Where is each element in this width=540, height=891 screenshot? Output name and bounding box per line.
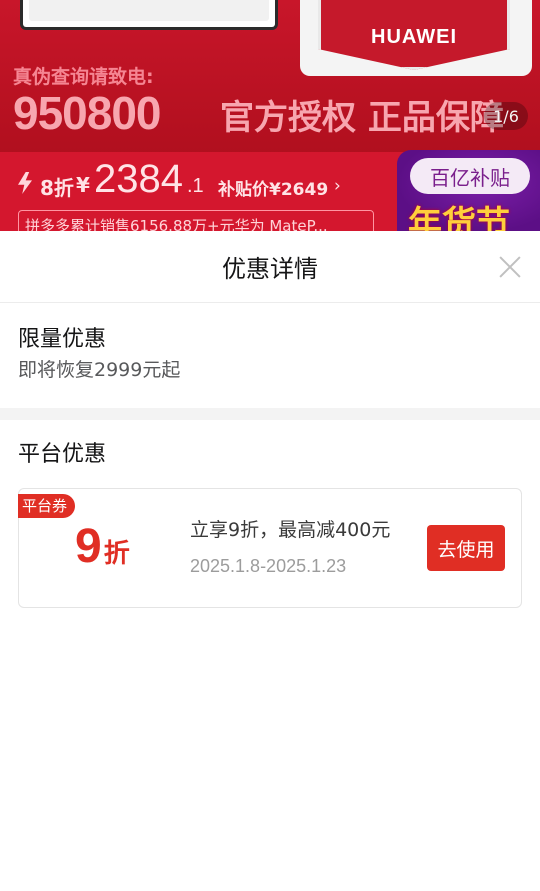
coupon-description: 立享9折，最高减400元 bbox=[190, 519, 391, 541]
discount-details-sheet: 优惠详情 限量优惠 即将恢复2999元起 平台优惠 平台券 9 折 立享9折，最… bbox=[0, 231, 540, 891]
chevron-right-icon[interactable]: › bbox=[334, 176, 341, 196]
section-divider bbox=[0, 408, 540, 420]
price-decimal: .1 bbox=[187, 175, 204, 197]
platform-discount-section: 平台优惠 平台券 9 折 立享9折，最高减400元 2025.1.8-2025.… bbox=[0, 420, 540, 608]
price-currency: ¥ bbox=[76, 173, 90, 197]
coupon-info: 立享9折，最高减400元 2025.1.8-2025.1.23 bbox=[190, 517, 390, 579]
coupon-validity: 2025.1.8-2025.1.23 bbox=[190, 556, 347, 576]
product-banner: HUAWEI 真伪查询请致电: 950800 官方授权 正品保障 1/6 8折 … bbox=[0, 0, 540, 232]
limited-discount-section: 限量优惠 即将恢复2999元起 bbox=[0, 303, 540, 408]
close-icon[interactable] bbox=[498, 255, 522, 279]
coupon-type-tag: 平台券 bbox=[18, 494, 76, 518]
discount-tag: 8折 bbox=[40, 176, 74, 200]
limited-discount-description: 即将恢复2999元起 bbox=[18, 359, 181, 381]
coupon-value: 9 折 bbox=[75, 519, 130, 575]
sales-line: 拼多多累计销售6156.88万+元华为 MateP... bbox=[18, 210, 374, 232]
subsidy-price[interactable]: 补贴价¥2649 bbox=[218, 175, 328, 200]
authorized-text: 官方授权 正品保障 bbox=[220, 98, 504, 138]
use-coupon-button[interactable]: 去使用 bbox=[427, 525, 505, 571]
coupon-discount-unit: 折 bbox=[103, 539, 130, 569]
sheet-header: 优惠详情 bbox=[0, 231, 540, 303]
platform-coupon-card: 平台券 9 折 立享9折，最高减400元 2025.1.8-2025.1.23 … bbox=[18, 488, 522, 608]
sheet-title: 优惠详情 bbox=[222, 255, 318, 283]
hotline-number: 950800 bbox=[13, 87, 161, 139]
promo-badge-main: 年货节 bbox=[408, 204, 510, 232]
price-integer: 2384 bbox=[94, 157, 183, 201]
image-page-indicator: 1/6 bbox=[484, 102, 528, 130]
brand-name: HUAWEI bbox=[371, 26, 457, 48]
product-image-tablet bbox=[20, 0, 278, 30]
hotline-label: 真伪查询请致电: bbox=[13, 66, 154, 88]
coupon-discount-number: 9 bbox=[75, 520, 102, 573]
promo-badge-top: 百亿补贴 bbox=[410, 158, 530, 194]
platform-discount-title: 平台优惠 bbox=[18, 442, 107, 467]
limited-discount-title: 限量优惠 bbox=[18, 327, 107, 352]
